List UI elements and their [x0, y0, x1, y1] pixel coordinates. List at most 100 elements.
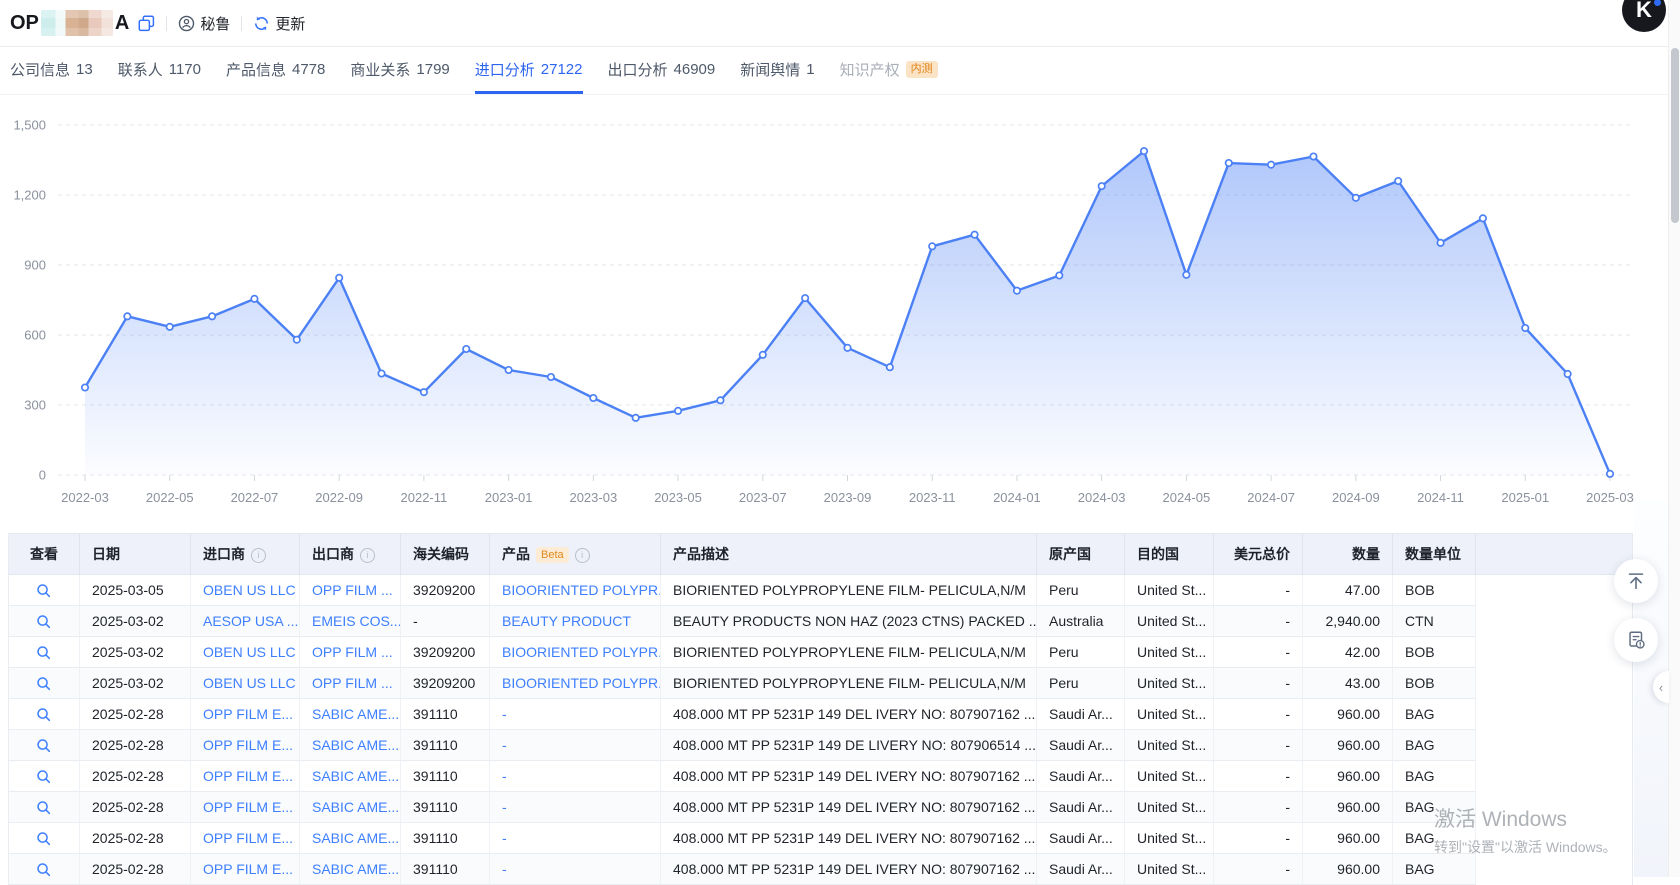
exporter-link[interactable]: OPP FILM ... [312, 675, 393, 691]
tab-business-relations[interactable]: 商业关系1799 [350, 47, 449, 94]
view-detail-button[interactable] [36, 645, 52, 661]
refresh-label[interactable]: 更新 [275, 13, 305, 34]
cell-quantity: 960.00 [1303, 699, 1393, 730]
tab-export-analysis[interactable]: 出口分析46909 [608, 47, 716, 94]
importer-link[interactable]: OPP FILM E... [203, 830, 293, 846]
cell-origin-country: Peru [1037, 668, 1125, 699]
column-header-quantity: 数量 [1303, 534, 1393, 575]
importer-link[interactable]: OPP FILM E... [203, 799, 293, 815]
product-link[interactable]: BIOORIENTED POLYPR... [502, 582, 661, 598]
cell-hs-code: 391110 [401, 823, 490, 854]
view-detail-button[interactable] [36, 583, 52, 599]
product-link[interactable]: - [502, 799, 507, 815]
info-icon[interactable]: i [251, 548, 266, 563]
table-row: 2025-02-28OPP FILM E...SABIC AME...39111… [9, 792, 1633, 823]
view-detail-button[interactable] [36, 831, 52, 847]
copy-icon[interactable] [138, 15, 155, 32]
scrollbar-thumb[interactable] [1671, 48, 1679, 223]
cell-product: - [490, 699, 661, 730]
tab-count: 1 [806, 61, 814, 78]
column-label: 出口商 [312, 546, 354, 562]
exporter-link[interactable]: SABIC AME... [312, 830, 399, 846]
exporter-link[interactable]: OPP FILM ... [312, 582, 393, 598]
view-detail-button[interactable] [36, 769, 52, 785]
product-link[interactable]: - [502, 737, 507, 753]
cell-quantity: 43.00 [1303, 668, 1393, 699]
table-row: 2025-02-28OPP FILM E...SABIC AME...39111… [9, 699, 1633, 730]
cell-description: BEAUTY PRODUCTS NON HAZ (2023 CTNS) PACK… [661, 606, 1037, 637]
exporter-link[interactable]: SABIC AME... [312, 737, 399, 753]
tab-intellectual-property[interactable]: 知识产权内测 [840, 47, 938, 94]
cell-exporter: SABIC AME... [300, 699, 401, 730]
info-icon[interactable]: i [360, 548, 375, 563]
exporter-link[interactable]: SABIC AME... [312, 861, 399, 877]
exporter-link[interactable]: EMEIS COS... [312, 613, 401, 629]
cell-view [9, 606, 80, 637]
column-header-date: 日期 [80, 534, 191, 575]
vertical-scrollbar[interactable] [1668, 0, 1680, 877]
product-link[interactable]: - [502, 830, 507, 846]
back-to-top-button[interactable] [1614, 559, 1658, 603]
cell-quantity-unit: BAG [1393, 854, 1476, 885]
cell-hs-code: 39209200 [401, 637, 490, 668]
data-point-marker [971, 231, 977, 237]
view-detail-button[interactable] [36, 738, 52, 754]
info-icon[interactable]: i [575, 548, 590, 563]
cell-destination-country: United St... [1125, 668, 1214, 699]
importer-link[interactable]: AESOP USA ... [203, 613, 298, 629]
table-row: 2025-03-05OBEN US LLCOPP FILM ...3920920… [9, 575, 1633, 606]
importer-link[interactable]: OPP FILM E... [203, 768, 293, 784]
view-detail-button[interactable] [36, 614, 52, 630]
feedback-button[interactable] [1614, 618, 1658, 662]
import-trend-chart[interactable]: 03006009001,2001,5002022-032022-052022-0… [0, 95, 1636, 510]
tab-company-info[interactable]: 公司信息13 [10, 47, 93, 94]
exporter-link[interactable]: OPP FILM ... [312, 644, 393, 660]
exporter-link[interactable]: SABIC AME... [312, 706, 399, 722]
data-point-marker [1353, 195, 1359, 201]
importer-link[interactable]: OBEN US LLC [203, 675, 296, 691]
cell-date: 2025-03-05 [80, 575, 191, 606]
exporter-link[interactable]: SABIC AME... [312, 768, 399, 784]
cell-importer: OPP FILM E... [191, 699, 300, 730]
product-link[interactable]: - [502, 861, 507, 877]
tab-label: 商业关系 [350, 59, 410, 80]
importer-link[interactable]: OPP FILM E... [203, 706, 293, 722]
cell-filler [1476, 854, 1633, 885]
view-detail-button[interactable] [36, 707, 52, 723]
tab-product-info[interactable]: 产品信息4778 [226, 47, 325, 94]
view-detail-button[interactable] [36, 676, 52, 692]
divider [241, 16, 242, 31]
exporter-link[interactable]: SABIC AME... [312, 799, 399, 815]
product-link[interactable]: - [502, 768, 507, 784]
product-link[interactable]: BIOORIENTED POLYPR... [502, 675, 661, 691]
importer-link[interactable]: OBEN US LLC [203, 644, 296, 660]
column-header-product: 产品Betai [490, 534, 661, 575]
importer-link[interactable]: OBEN US LLC [203, 582, 296, 598]
tab-news-sentiment[interactable]: 新闻舆情1 [740, 47, 814, 94]
importer-link[interactable]: OPP FILM E... [203, 861, 293, 877]
y-axis-tick-label: 1,200 [13, 188, 46, 203]
column-header-exporter: 出口商 i [300, 534, 401, 575]
importer-link[interactable]: OPP FILM E... [203, 737, 293, 753]
product-link[interactable]: BEAUTY PRODUCT [502, 613, 631, 629]
column-label: 进口商 [203, 546, 245, 562]
cell-date: 2025-02-28 [80, 699, 191, 730]
product-link[interactable]: BIOORIENTED POLYPR... [502, 644, 661, 660]
tab-contacts[interactable]: 联系人1170 [118, 47, 201, 94]
cell-view [9, 668, 80, 699]
view-detail-button[interactable] [36, 862, 52, 878]
refresh-icon[interactable] [253, 15, 270, 32]
x-axis-tick-label: 2024-09 [1332, 490, 1380, 505]
app-logo[interactable]: K [1622, 0, 1666, 32]
column-label: 数量 [1352, 546, 1380, 562]
product-link[interactable]: - [502, 706, 507, 722]
cell-date: 2025-02-28 [80, 730, 191, 761]
view-detail-button[interactable] [36, 800, 52, 816]
cell-usd-total: - [1214, 823, 1303, 854]
cell-importer: OPP FILM E... [191, 854, 300, 885]
data-point-marker [1014, 287, 1020, 293]
cell-origin-country: Peru [1037, 575, 1125, 606]
tab-import-analysis[interactable]: 进口分析27122 [475, 47, 583, 94]
x-axis-tick-label: 2022-07 [231, 490, 279, 505]
cell-exporter: SABIC AME... [300, 823, 401, 854]
